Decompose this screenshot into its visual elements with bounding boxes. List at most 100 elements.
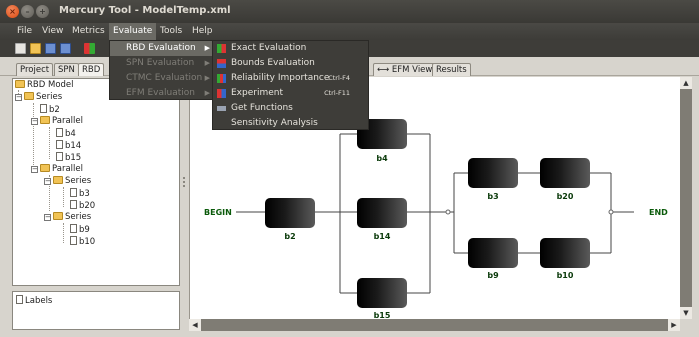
submenu-arrow-icon: ▶ (204, 74, 210, 82)
grid-icon (217, 44, 226, 53)
block-b20[interactable] (540, 158, 590, 188)
menu-item-ctmc-evaluation[interactable]: CTMC Evaluation ▶ (110, 71, 214, 86)
file-icon (56, 152, 63, 161)
tab-rbd[interactable]: RBD (78, 63, 105, 76)
horizontal-scrollbar[interactable]: ◀ ▶ (189, 319, 680, 331)
minimize-icon: – (25, 7, 30, 16)
file-icon (16, 295, 23, 304)
collapse-icon[interactable]: − (15, 94, 22, 101)
folder-icon (24, 92, 34, 100)
tree-node-series-2[interactable]: − Series (44, 176, 91, 187)
submenu-arrow-icon: ▶ (204, 59, 210, 67)
submenu-arrow-icon: ▶ (204, 89, 210, 97)
model-tree[interactable]: RBD Model − Series b2 − Parallel b4 b14 b1… (12, 78, 180, 286)
tab-results[interactable]: Results (432, 63, 471, 76)
save-all-icon[interactable] (60, 43, 71, 54)
menu-view[interactable]: View (38, 23, 67, 40)
scroll-down-icon[interactable]: ▼ (680, 307, 692, 319)
submenu-arrow-icon: ▶ (204, 44, 210, 52)
file-icon (70, 188, 77, 197)
folder-icon (53, 212, 63, 220)
window-title: Mercury Tool - ModelTemp.xml (59, 5, 231, 16)
block-label: b4 (376, 154, 388, 163)
save-icon[interactable] (45, 43, 56, 54)
menu-tools[interactable]: Tools (156, 23, 186, 40)
efm-icon: ⟷ (377, 65, 392, 75)
tree-node-b14[interactable]: b14 (56, 140, 81, 151)
block-b3[interactable] (468, 158, 518, 188)
menu-item-experiment[interactable]: Experiment Ctrl-F11 (213, 86, 370, 101)
end-node[interactable]: END (649, 208, 668, 217)
file-icon (56, 128, 63, 137)
menu-item-reliability-importance[interactable]: Reliability Importance Ctrl-F4 (213, 71, 370, 86)
file-icon (70, 200, 77, 209)
menu-item-rbd-evaluation[interactable]: RBD Evaluation ▶ (110, 41, 214, 56)
file-icon (56, 140, 63, 149)
tree-node-b9[interactable]: b9 (70, 224, 90, 235)
tree-node-b3[interactable]: b3 (70, 188, 90, 199)
close-window-button[interactable]: × (6, 5, 19, 18)
menu-evaluate[interactable]: Evaluate (109, 23, 157, 40)
scroll-corner (680, 319, 692, 331)
labels-item[interactable]: Labels (16, 295, 52, 306)
menu-item-sensitivity-analysis[interactable]: Sensitivity Analysis (213, 116, 370, 131)
block-label: b9 (487, 271, 499, 280)
tree-node-parallel[interactable]: − Parallel (31, 116, 83, 127)
block-label: b3 (487, 192, 499, 201)
menu-item-get-functions[interactable]: Get Functions (213, 101, 370, 116)
vertical-scrollbar[interactable]: ▲ ▼ (680, 77, 692, 319)
block-b14[interactable] (357, 198, 407, 228)
maximize-window-button[interactable]: + (36, 5, 49, 18)
scroll-right-icon[interactable]: ▶ (668, 319, 680, 331)
minimize-window-button[interactable]: – (21, 5, 34, 18)
block-b15[interactable] (357, 278, 407, 308)
tree-node-series[interactable]: − Series (15, 92, 62, 103)
tree-root[interactable]: RBD Model (15, 80, 74, 91)
tree-node-b20[interactable]: b20 (70, 200, 95, 211)
tree-node-series-3[interactable]: − Series (44, 212, 91, 223)
tab-project[interactable]: Project (16, 63, 54, 76)
begin-node[interactable]: BEGIN (204, 208, 232, 217)
tree-node-b2[interactable]: b2 (40, 104, 60, 115)
labels-panel[interactable]: Labels (12, 291, 180, 330)
menu-bar: File View Metrics Evaluate Tools Help (0, 23, 699, 40)
collapse-icon[interactable]: − (44, 214, 51, 221)
file-icon (40, 104, 47, 113)
tab-spn[interactable]: SPN (54, 63, 79, 76)
tree-node-b4[interactable]: b4 (56, 128, 76, 139)
menu-metrics[interactable]: Metrics (68, 23, 109, 40)
mercury-window: × – + Mercury Tool - ModelTemp.xml File … (0, 0, 699, 337)
maximize-icon: + (39, 7, 46, 16)
collapse-icon[interactable]: − (31, 166, 38, 173)
menu-item-exact-evaluation[interactable]: Exact Evaluation (213, 41, 370, 56)
folder-icon (40, 164, 50, 172)
block-b2[interactable] (265, 198, 315, 228)
tab-efm-view[interactable]: ⟷ EFM View (373, 63, 437, 76)
collapse-icon[interactable]: − (31, 118, 38, 125)
collapse-icon[interactable]: − (44, 178, 51, 185)
functions-icon (217, 106, 226, 111)
menu-item-efm-evaluation[interactable]: EFM Evaluation ▶ (110, 86, 214, 101)
tree-node-b10[interactable]: b10 (70, 236, 95, 247)
tree-node-parallel-2[interactable]: − Parallel (31, 164, 83, 175)
rbd-evaluation-submenu: Exact Evaluation Bounds Evaluation Relia… (212, 40, 369, 130)
menu-item-spn-evaluation[interactable]: SPN Evaluation ▶ (110, 56, 214, 71)
block-b9[interactable] (468, 238, 518, 268)
open-folder-icon[interactable] (30, 43, 41, 54)
panel-splitter[interactable] (180, 77, 188, 333)
title-bar: × – + Mercury Tool - ModelTemp.xml (0, 0, 699, 23)
folder-icon (53, 176, 63, 184)
importance-icon (217, 74, 226, 83)
tree-node-b15[interactable]: b15 (56, 152, 81, 163)
menu-help[interactable]: Help (188, 23, 217, 40)
scroll-up-icon[interactable]: ▲ (680, 77, 692, 89)
menu-file[interactable]: File (13, 23, 36, 40)
file-icon (70, 236, 77, 245)
menu-item-bounds-evaluation[interactable]: Bounds Evaluation (213, 56, 370, 71)
folder-icon (15, 80, 25, 88)
scroll-left-icon[interactable]: ◀ (189, 319, 201, 331)
close-icon: × (9, 7, 16, 16)
block-b10[interactable] (540, 238, 590, 268)
new-file-icon[interactable] (15, 43, 26, 54)
evaluate-icon[interactable] (84, 43, 95, 54)
